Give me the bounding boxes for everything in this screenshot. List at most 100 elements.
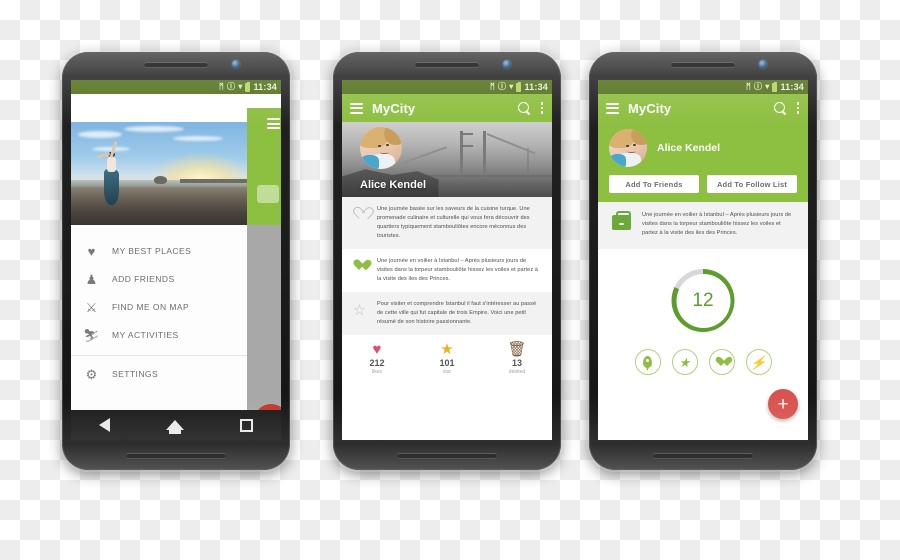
battery-icon [245, 81, 251, 92]
status-bar-1: ᛗ Ⓘ ▾ 11:34 [71, 80, 281, 94]
home-button-icon[interactable] [166, 420, 184, 434]
phone-screen-2: ᛗ Ⓘ ▾ 11:34 MyCity Alice Kendel Une jour… [342, 80, 552, 440]
sidebar-item-label: FIND ME ON MAP [112, 302, 190, 312]
stat-value: 101 [439, 358, 455, 369]
background-card-stub [257, 185, 279, 203]
location-pin-chip[interactable] [634, 349, 661, 376]
back-button-icon[interactable] [99, 418, 110, 432]
sidebar-item-settings[interactable]: ⚙ SETTINGS [71, 360, 247, 388]
heart-outline-icon[interactable] [351, 205, 368, 220]
suitcase-icon [612, 211, 631, 230]
heart-icon: ♥ [87, 243, 96, 259]
proximity-sensor-icon [392, 61, 404, 68]
wifi-icon: ▾ [238, 82, 243, 91]
hair-shape [631, 129, 647, 145]
add-fab[interactable]: + [768, 389, 798, 420]
sidebar-item-my-best-places[interactable]: ♥ MY BEST PLACES [71, 237, 247, 265]
stat-likes[interactable]: ♥ 212 likes [342, 342, 412, 375]
front-camera-icon [231, 60, 240, 68]
bridge-tower-shape [482, 131, 486, 178]
proximity-sensor-icon [121, 61, 133, 68]
heart-chip[interactable] [708, 349, 735, 376]
stat-label: likes [371, 369, 382, 376]
find-me-on-map-icon: ⚔ [85, 299, 98, 315]
portrait-photo [360, 127, 402, 169]
bluetooth-icon: ᛗ [746, 82, 752, 91]
heart-filled-icon[interactable] [351, 257, 368, 272]
status-bar-clock: 11:34 [524, 82, 548, 92]
hero-photo-bridge: Alice Kendel [342, 122, 552, 197]
profile-header: Alice Kendel Add To Friends Add To Follo… [598, 122, 808, 202]
search-icon[interactable] [518, 101, 531, 115]
sidebar-item-label: MY ACTIVITIES [112, 330, 179, 340]
bluetooth-icon: ᛗ [219, 82, 225, 91]
heart-icon [716, 357, 728, 368]
hamburger-icon[interactable] [266, 118, 280, 129]
star-outline-icon[interactable]: ☆ [351, 300, 368, 318]
list-item-text: Une journée en voilier à Istanbul – Aprè… [377, 258, 538, 283]
drawer-divider [71, 355, 247, 356]
overflow-menu-icon[interactable] [796, 102, 800, 114]
sidebar-item-label: ADD FRIENDS [112, 274, 175, 284]
chip-row: ★ ⚡ [598, 349, 808, 376]
top-bezel-1 [62, 52, 290, 80]
screenshot-stage: ᛗ Ⓘ ▾ 11:34 ♥ MY BEST PLACES ♟ ADD FRIEN… [0, 0, 900, 560]
scarf-shape [360, 154, 380, 169]
app-bar-behind-drawer [247, 108, 281, 225]
hamburger-icon[interactable] [350, 102, 363, 114]
skirt-shape [103, 168, 119, 206]
phone-screen-1: ᛗ Ⓘ ▾ 11:34 ♥ MY BEST PLACES ♟ ADD FRIEN… [71, 80, 281, 440]
battery-icon [772, 81, 778, 92]
sidebar-item-label: MY BEST PLACES [112, 246, 192, 256]
gear-icon: ⚙ [85, 366, 98, 382]
torso-shape [106, 156, 116, 173]
sidebar-item-my-activities[interactable]: ⛷ MY ACTIVITIES [71, 321, 247, 349]
profile-name: Alice Kendel [657, 142, 721, 154]
bolt-chip[interactable]: ⚡ [745, 349, 772, 376]
star-chip[interactable]: ★ [671, 349, 698, 376]
trash-icon: 🗑 [507, 341, 527, 359]
add-to-friends-button[interactable]: Add To Friends [609, 175, 699, 193]
sand-layer [71, 186, 247, 225]
stat-star[interactable]: ★ 101 star [412, 342, 482, 375]
trip-card[interactable]: Une journée en voilier à Istanbul – Aprè… [598, 202, 808, 250]
profile-actions: Add To Friends Add To Follow List [609, 175, 797, 193]
stat-deleted[interactable]: 🗑 13 deleted [482, 342, 552, 375]
lightning-bolt-icon: ⚡ [750, 354, 767, 370]
list-item[interactable]: Une journée en voilier à Istanbul – Aprè… [342, 249, 552, 292]
profile-body: 12 ★ ⚡ + [598, 249, 808, 428]
list-item-text: Une journée basée sur les saveurs de la … [377, 206, 530, 240]
list-item[interactable]: Une journée basée sur les saveurs de la … [342, 197, 552, 250]
avatar [360, 127, 402, 169]
stat-label: star [442, 369, 452, 376]
progress-value: 12 [692, 289, 714, 311]
status-bar-clock: 11:34 [780, 82, 804, 92]
sidebar-item-add-friends[interactable]: ♟ ADD FRIENDS [71, 265, 247, 293]
stats-row: ♥ 212 likes ★ 101 star 🗑 13 deleted [342, 335, 552, 375]
hero-photo-beach [71, 122, 247, 225]
bluetooth-icon: ᛗ [490, 82, 496, 91]
stat-value: 212 [369, 358, 385, 369]
list-item[interactable]: ☆ Pour visiter et comprendre Istanbul il… [342, 292, 552, 336]
phone-device-2: ᛗ Ⓘ ▾ 11:34 MyCity Alice Kendel Une jour… [331, 50, 563, 472]
app-bar-3: MyCity [598, 94, 808, 122]
search-icon[interactable] [774, 101, 787, 115]
vibrate-icon: Ⓘ [227, 82, 236, 91]
activities-icon: ⛷ [83, 327, 100, 343]
hamburger-icon[interactable] [606, 102, 619, 114]
page-title: MyCity [372, 100, 416, 116]
bottom-speaker-grille [125, 453, 227, 458]
stat-label: deleted [508, 369, 526, 376]
portrait-photo [609, 129, 647, 167]
sidebar-item-find-me-on-map[interactable]: ⚔ FIND ME ON MAP [71, 293, 247, 321]
star-icon: ★ [678, 354, 691, 370]
bridge-tower-crossbeam [459, 132, 473, 135]
profile-name: Alice Kendel [360, 179, 427, 191]
location-pin-icon [643, 356, 652, 369]
add-to-follow-list-button[interactable]: Add To Follow List [707, 175, 797, 193]
wifi-icon: ▾ [509, 82, 514, 91]
overflow-menu-icon[interactable] [540, 102, 544, 114]
recents-button-icon[interactable] [240, 418, 253, 432]
star-icon: ★ [440, 341, 454, 359]
list-item-text: Pour visiter et comprendre Istanbul il f… [377, 301, 537, 326]
